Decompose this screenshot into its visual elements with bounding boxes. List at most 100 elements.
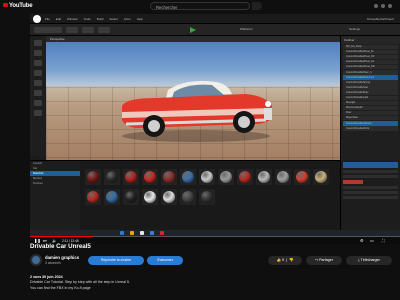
- red-car-model: [122, 81, 272, 142]
- share-label: Partager: [319, 258, 333, 262]
- material-sphere: [239, 171, 251, 183]
- outliner-row: CustomDrivableBody: [343, 90, 398, 95]
- outliner-list: SM_Car_Body CustomDrivableWheel_FL CustomD…: [341, 44, 400, 131]
- material-sphere: [258, 171, 270, 183]
- mode-tool: [66, 27, 78, 33]
- material-thumbnail: [199, 169, 215, 185]
- outliner-row-label: CustomDrivableSpring: [346, 80, 370, 84]
- material-sphere: [144, 171, 156, 183]
- material-thumbnail: [218, 169, 234, 185]
- notifications-icon[interactable]: [381, 4, 385, 8]
- subscriber-count: 3 abonnés: [45, 260, 61, 265]
- play-icon: [190, 27, 196, 33]
- outliner-row-label: CustomDrivableLight: [346, 96, 369, 100]
- outliner-title: Outliner: [341, 36, 400, 44]
- material-sphere: [182, 171, 194, 183]
- taskbar-app-icon: [120, 231, 124, 235]
- channel-name[interactable]: damien graphics: [45, 255, 79, 260]
- outliner-row: CustomDrivablePawn_C: [343, 70, 398, 75]
- fullscreen-icon[interactable]: ⛶: [382, 238, 385, 243]
- outliner-row-label: CustomDrivableBody: [346, 90, 369, 94]
- editor-menu-item: Actor: [123, 17, 131, 21]
- download-label: Télécharger: [360, 258, 380, 262]
- play-pause-icon[interactable]: ❚❚: [34, 238, 41, 243]
- outliner-row: CustomDrivableSeat: [343, 85, 398, 90]
- like-dislike-group[interactable]: 👍 9 | 👎: [268, 256, 302, 265]
- editor-left-strip: [30, 36, 46, 156]
- outliner-row: DirectionalLight: [343, 105, 398, 111]
- video-player[interactable]: File Edit Window Tools Build Select Actor Help …: [30, 14, 400, 244]
- viewport-label: Perspective: [50, 37, 65, 41]
- share-button[interactable]: ↪ Partager: [306, 256, 342, 265]
- download-button[interactable]: ⤓ Télécharger: [346, 256, 392, 265]
- material-thumbnail: [142, 189, 158, 205]
- content-browser: Content Car Materials Meshes Textures: [30, 160, 340, 231]
- material-sphere: [315, 171, 327, 183]
- header-actions: [374, 4, 394, 9]
- material-thumbnail: [256, 169, 272, 185]
- material-thumbnail: [180, 169, 196, 185]
- theater-icon[interactable]: ▭: [370, 238, 374, 243]
- outliner-row-label: SM_Car_Body: [346, 45, 362, 49]
- share-icon: ↪: [315, 258, 319, 262]
- material-sphere: [201, 171, 213, 183]
- material-sphere: [87, 171, 99, 183]
- settings-label: Settings: [349, 27, 360, 31]
- subscribe-button[interactable]: S'abonner: [147, 256, 183, 265]
- blueprint-tool: [98, 27, 110, 33]
- search-placeholder: Rechercher: [156, 5, 178, 10]
- editor-toolbar: Platforms Settings: [30, 24, 400, 36]
- editor-menu-item: Tools: [83, 17, 91, 21]
- progress-bar[interactable]: [30, 236, 400, 237]
- outliner-row: SkyLight: [343, 100, 398, 106]
- outliner-row: CustomDrivableCamera: [343, 121, 398, 126]
- outliner-row-label: CustomDrivableMovement: [346, 75, 375, 79]
- settings-icon[interactable]: ⚙: [360, 238, 364, 243]
- outliner-row: CustomDrivableWheel_FR: [343, 54, 398, 60]
- material-thumbnail: [313, 169, 329, 185]
- material-thumbnail: [85, 169, 101, 185]
- project-name: DriveableCarProject: [367, 17, 394, 21]
- outliner-row-label: PlayerStart: [346, 116, 358, 120]
- outliner-row-label: CustomDrivableSeat: [346, 85, 368, 89]
- outliner-row-label: CustomDrivablePawn_C: [346, 70, 373, 74]
- material-sphere: [106, 171, 118, 183]
- material-sphere: [144, 191, 156, 203]
- channel-avatar[interactable]: [30, 254, 42, 266]
- level-viewport: [46, 40, 340, 160]
- material-thumbnail: [275, 169, 291, 185]
- editor-menubar: File Edit Window Tools Build Select Actor Help …: [30, 14, 400, 24]
- youtube-logo[interactable]: YouTube: [3, 3, 33, 9]
- material-thumbnail: [104, 169, 120, 185]
- editor-menu-item: Build: [96, 17, 104, 21]
- total-time: 12:46: [70, 238, 79, 243]
- search-input[interactable]: Rechercher: [150, 2, 250, 10]
- outliner-row-label: CustomDrivableWheel_FL: [346, 50, 374, 54]
- material-thumbnails: [85, 169, 335, 227]
- material-sphere: [163, 191, 175, 203]
- taskbar-app-icon: [130, 231, 134, 235]
- search-button[interactable]: [252, 2, 262, 10]
- material-sphere: [277, 171, 289, 183]
- youtube-header: YouTube Rechercher: [0, 0, 400, 14]
- like-icon[interactable]: 👍: [277, 258, 281, 262]
- material-sphere: [125, 171, 137, 183]
- material-thumbnail: [237, 169, 253, 185]
- material-sphere: [163, 171, 175, 183]
- outliner-row-label: CustomDrivableWheel_RR: [346, 65, 375, 69]
- join-channel-button[interactable]: Rejoindre la chaîne: [88, 256, 144, 265]
- outliner-row: SM_Car_Body: [343, 44, 398, 50]
- volume-icon[interactable]: 🔈: [52, 238, 57, 243]
- taskbar-app-icon: [140, 231, 144, 235]
- description-box[interactable]: 2 vues 30 juin 2024 Drivable Car Tutoria…: [30, 275, 280, 291]
- outliner-panel: Outliner SM_Car_Body CustomDrivableWheel_…: [340, 36, 400, 160]
- youtube-play-icon: [3, 3, 8, 7]
- details-red-field: [343, 180, 363, 184]
- material-sphere: [182, 191, 194, 203]
- editor-menu-item: Edit: [55, 17, 62, 21]
- dislike-icon[interactable]: 👎: [289, 258, 293, 262]
- next-icon[interactable]: ⏭: [43, 238, 47, 243]
- create-icon[interactable]: [374, 4, 378, 8]
- account-avatar[interactable]: [388, 4, 392, 8]
- content-tree: Content Car Materials Meshes Textures: [30, 161, 80, 231]
